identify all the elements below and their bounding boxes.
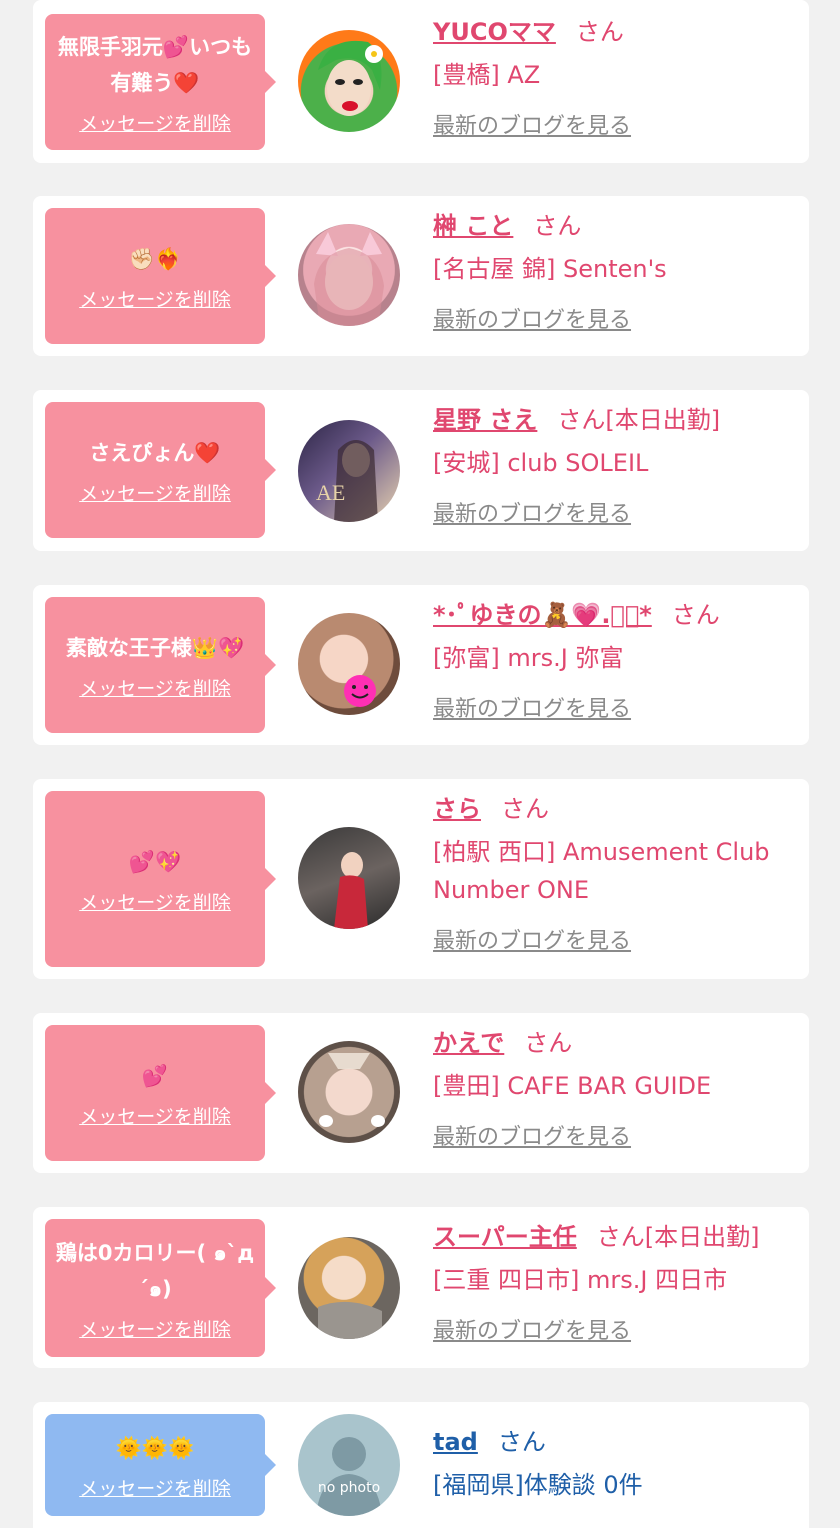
profile-name-link[interactable]: 星野 さえ — [433, 406, 537, 434]
honorific: さん — [501, 795, 549, 823]
profile-name-link[interactable]: tad — [433, 1428, 478, 1456]
profile-name-link[interactable]: さら — [433, 795, 481, 823]
no-photo-icon — [316, 1437, 382, 1516]
latest-blog-link[interactable]: 最新のブログを見る — [433, 1123, 797, 1153]
profile-name-link[interactable]: *･ﾟゆきの🧸💗.ﾟ･* — [433, 601, 652, 629]
profile-name-link[interactable]: かえで — [433, 1029, 504, 1057]
latest-blog-link[interactable]: 最新のブログを見る — [433, 306, 797, 336]
message-bubble: 無限手羽元💕いつも有難う❤️ メッセージを削除 — [45, 14, 276, 150]
honorific: さん — [575, 18, 624, 46]
honorific: さん — [497, 1428, 546, 1456]
status-label: [本日出勤] — [605, 406, 721, 434]
shop-label: [豊橋] AZ — [433, 61, 541, 89]
message-text: 💕 — [141, 1063, 169, 1088]
profile-info: YUCOママ さん [豊橋] AZ 最新のブログを見る — [433, 14, 797, 142]
avatar[interactable]: no photo — [298, 1414, 400, 1516]
avatar-photo — [314, 232, 384, 326]
profile-info: 榊 こと さん [名古屋 錦] Senten's 最新のブログを見る — [433, 208, 797, 336]
avatar[interactable] — [298, 613, 400, 715]
avatar[interactable] — [298, 1041, 400, 1143]
avatar[interactable] — [298, 224, 400, 326]
honorific: さん — [557, 406, 606, 434]
message-bubble: 🌞🌞🌞 メッセージを削除 — [45, 1414, 276, 1516]
profile-info: tad さん [福岡県]体験談 0件 — [433, 1424, 797, 1504]
shop-label: [三重 四日市] mrs.J 四日市 — [433, 1266, 728, 1294]
message-text: さえぴょん❤️ — [89, 440, 221, 465]
latest-blog-link[interactable]: 最新のブログを見る — [433, 500, 797, 530]
message-list: 無限手羽元💕いつも有難う❤️ メッセージを削除 YUCOママ さん [豊橋] AZ… — [0, 0, 840, 1528]
profile-name-link[interactable]: スーパー主任 — [433, 1223, 577, 1251]
no-photo-label: no photo — [317, 1480, 381, 1496]
honorific: さん — [596, 1223, 645, 1251]
message-bubble: ✊🏻❤️‍🔥 メッセージを削除 — [45, 208, 276, 344]
avatar[interactable] — [298, 827, 400, 929]
honorific: さん — [524, 1029, 573, 1057]
avatar[interactable] — [298, 30, 400, 132]
avatar-photo — [344, 675, 376, 707]
shop-label: [福岡県]体験談 0件 — [433, 1471, 643, 1499]
message-text: 鶏は0カロリー( ๑`д´๑) — [55, 1240, 255, 1301]
avatar-photo: AE — [316, 440, 378, 522]
delete-message-link[interactable]: メッセージを削除 — [79, 1315, 231, 1342]
avatar-photo — [319, 1053, 385, 1127]
avatar-illustration — [318, 40, 383, 116]
message-card: 鶏は0カロリー( ๑`д´๑) メッセージを削除 スーパー主任 さん[本日出勤] … — [33, 1207, 809, 1368]
message-card: 💕💖 メッセージを削除 さら さん [柏駅 西口] Amusement Club … — [33, 779, 809, 979]
message-bubble: さえぴょん❤️ メッセージを削除 — [45, 402, 276, 538]
delete-message-link[interactable]: メッセージを削除 — [79, 109, 231, 136]
message-bubble: 💕💖 メッセージを削除 — [45, 791, 276, 967]
message-bubble: 鶏は0カロリー( ๑`д´๑) メッセージを削除 — [45, 1219, 276, 1357]
avatar[interactable]: AE — [298, 420, 400, 522]
message-bubble: 素敵な王子様👑💖 メッセージを削除 — [45, 597, 276, 733]
shop-label: [名古屋 錦] Senten's — [433, 255, 667, 283]
profile-info: さら さん [柏駅 西口] Amusement Club Number ONE 最… — [433, 791, 797, 957]
honorific: さん — [533, 212, 582, 240]
status-label: [本日出勤] — [644, 1223, 760, 1251]
delete-message-link[interactable]: メッセージを削除 — [79, 888, 231, 915]
message-card: さえぴょん❤️ メッセージを削除 AE 星野 さえ さん[本日出勤] [安城] c… — [33, 390, 809, 551]
latest-blog-link[interactable]: 最新のブログを見る — [433, 112, 797, 142]
delete-message-link[interactable]: メッセージを削除 — [79, 479, 231, 506]
profile-info: *･ﾟゆきの🧸💗.ﾟ･* さん [弥富] mrs.J 弥富 最新のブログを見る — [433, 597, 797, 725]
message-text: 無限手羽元💕いつも有難う❤️ — [57, 34, 253, 95]
message-text: 🌞🌞🌞 — [115, 1435, 195, 1460]
message-text: ✊🏻❤️‍🔥 — [128, 246, 182, 271]
avatar-photo — [334, 852, 368, 929]
shop-label: [柏駅 西口] Amusement Club Number ONE — [433, 838, 770, 904]
message-card: 素敵な王子様👑💖 メッセージを削除 *･ﾟゆきの🧸💗.ﾟ･* さん [弥富] mr… — [33, 585, 809, 745]
latest-blog-link[interactable]: 最新のブログを見る — [433, 927, 797, 957]
honorific: さん — [671, 601, 720, 629]
profile-name-link[interactable]: 榊 こと — [433, 212, 513, 240]
message-bubble: 💕 メッセージを削除 — [45, 1025, 276, 1161]
shop-label: [安城] club SOLEIL — [433, 449, 649, 477]
delete-message-link[interactable]: メッセージを削除 — [79, 1102, 231, 1129]
shop-label: [豊田] CAFE BAR GUIDE — [433, 1072, 712, 1100]
message-text: 💕💖 — [128, 849, 182, 874]
profile-info: 星野 さえ さん[本日出勤] [安城] club SOLEIL 最新のブログを見る — [433, 402, 797, 530]
delete-message-link[interactable]: メッセージを削除 — [79, 1474, 231, 1501]
message-card: 🌞🌞🌞 メッセージを削除 no photo tad さん [福岡県]体験談 0件 — [33, 1402, 809, 1528]
message-text: 素敵な王子様👑💖 — [65, 635, 245, 660]
message-card: 無限手羽元💕いつも有難う❤️ メッセージを削除 YUCOママ さん [豊橋] AZ… — [33, 0, 809, 163]
message-card: 💕 メッセージを削除 かえで さん [豊田] CAFE BAR GUIDE 最新の… — [33, 1013, 809, 1173]
latest-blog-link[interactable]: 最新のブログを見る — [433, 695, 797, 725]
profile-info: スーパー主任 さん[本日出勤] [三重 四日市] mrs.J 四日市 最新のブログ… — [433, 1219, 797, 1347]
avatar[interactable] — [298, 1237, 400, 1339]
delete-message-link[interactable]: メッセージを削除 — [79, 674, 231, 701]
message-card: ✊🏻❤️‍🔥 メッセージを削除 榊 こと さん [名古屋 錦] Senten's … — [33, 196, 809, 356]
latest-blog-link[interactable]: 最新のブログを見る — [433, 1317, 797, 1347]
profile-name-link[interactable]: YUCOママ — [433, 18, 556, 46]
shop-label: [弥富] mrs.J 弥富 — [433, 644, 624, 672]
avatar-photo — [318, 1301, 382, 1339]
profile-info: かえで さん [豊田] CAFE BAR GUIDE 最新のブログを見る — [433, 1025, 797, 1153]
svg-text:AE: AE — [316, 480, 345, 505]
delete-message-link[interactable]: メッセージを削除 — [79, 285, 231, 312]
